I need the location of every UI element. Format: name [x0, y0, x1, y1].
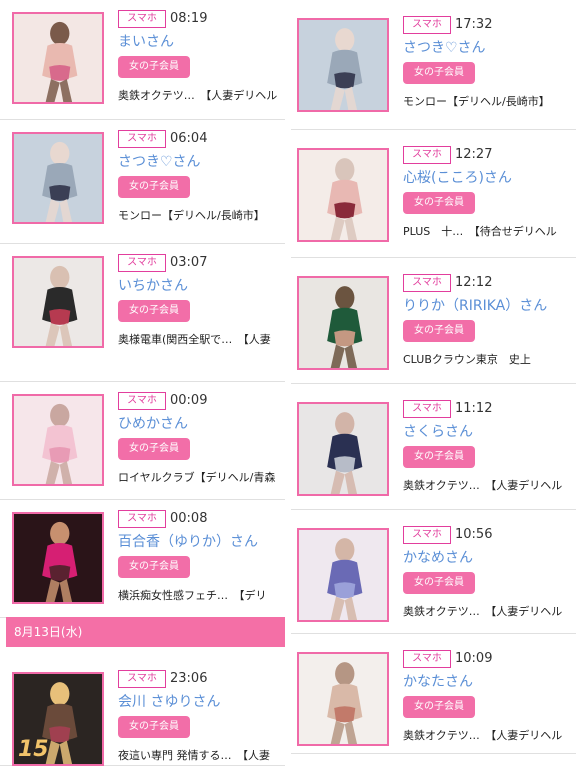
girl-name-link[interactable]: まいさん — [118, 32, 174, 52]
profile-thumbnail[interactable] — [12, 132, 104, 224]
list-item[interactable]: スマホ 08:19 まいさん女の子会員奥鉄オクテツ… 【人妻デリヘル — [0, 0, 285, 120]
girl-name-link[interactable]: 心桜(こころ)さん — [403, 168, 512, 188]
anniversary-badge-text: 15 — [18, 737, 49, 762]
profile-thumbnail[interactable] — [297, 402, 389, 496]
profile-thumbnail[interactable] — [297, 528, 389, 622]
right-column: スマホ 17:32 さつき♡さん 女の子会員 モンロー【デリヘル/長崎市】 スマホ 12:… — [291, 0, 576, 754]
member-badge[interactable]: 女の子会員 — [403, 192, 475, 214]
smartphone-badge: スマホ — [118, 392, 166, 410]
list-item[interactable]: スマホ 06:04 さつき♡さん 女の子会員モンロー【デリヘル/長崎市】 — [0, 120, 285, 244]
profile-thumbnail[interactable] — [297, 276, 389, 370]
shop-name[interactable]: モンロー【デリヘル/長崎市】 — [118, 208, 283, 224]
girl-name-link[interactable]: さつき♡さん — [118, 152, 201, 172]
post-time: 06:04 — [170, 131, 208, 146]
girl-name-link[interactable]: りりか（RIRIKA）さん — [403, 296, 547, 316]
smartphone-badge: スマホ — [118, 254, 166, 272]
girl-name-link[interactable]: かなめさん — [403, 548, 473, 568]
shop-name[interactable]: 奥様電車(関西全駅で… 【人妻 — [118, 332, 283, 348]
date-divider: 8月13日(水) — [6, 617, 285, 647]
shop-name[interactable]: 夜這い専門 発情する… 【人妻 — [118, 748, 283, 764]
post-time: 00:09 — [170, 393, 208, 408]
member-badge[interactable]: 女の子会員 — [118, 716, 190, 738]
girl-name-link[interactable]: いちかさん — [118, 276, 188, 296]
profile-thumbnail[interactable] — [12, 12, 104, 104]
left-column: スマホ 08:19 まいさん 女の子会員 奥鉄オクテツ… 【人妻デリヘル スマホ 06:0… — [0, 0, 285, 766]
shop-name[interactable]: 奥鉄オクテツ… 【人妻デリヘル — [403, 728, 574, 744]
smartphone-badge: スマホ — [403, 274, 451, 292]
list-item[interactable]: スマホ 10:09 かなたさん女の子会員奥鉄オクテツ… 【人妻デリヘル — [291, 634, 576, 754]
member-badge[interactable]: 女の子会員 — [403, 446, 475, 468]
list-item[interactable]: スマホ 12:27 心桜(こころ)さん 女の子会員 PLUS 十… 【待合せデリヘル — [291, 130, 576, 258]
girl-name-link[interactable]: かなたさん — [403, 672, 473, 692]
smartphone-badge: スマホ — [403, 400, 451, 418]
smartphone-badge: スマホ — [118, 10, 166, 28]
post-time: 11:12 — [455, 401, 493, 416]
shop-name[interactable]: 奥鉄オクテツ… 【人妻デリヘル — [403, 478, 574, 494]
post-time: 23:06 — [170, 671, 208, 686]
profile-thumbnail[interactable] — [297, 148, 389, 242]
member-badge[interactable]: 女の子会員 — [118, 556, 190, 578]
smartphone-badge: スマホ — [403, 16, 451, 34]
post-time: 12:27 — [455, 147, 493, 162]
list-item[interactable]: 15 スマホ 23:06 会川 さゆりさん 女の子会員夜這い専門 発情する… 【人妻 — [0, 658, 285, 766]
post-time: 10:09 — [455, 651, 493, 666]
member-badge[interactable]: 女の子会員 — [403, 696, 475, 718]
list-item[interactable]: スマホ 10:56 かなめさん女の子会員奥鉄オクテツ… 【人妻デリヘル — [291, 510, 576, 634]
shop-name[interactable]: PLUS 十… 【待合せデリヘル — [403, 224, 574, 240]
member-badge[interactable]: 女の子会員 — [403, 572, 475, 594]
post-time: 03:07 — [170, 255, 208, 270]
girl-name-link[interactable]: さくらさん — [403, 422, 473, 442]
girl-name-link[interactable]: 百合香（ゆりか）さん — [118, 532, 258, 552]
post-time: 17:32 — [455, 17, 493, 32]
list-item[interactable]: スマホ 11:12 さくらさん女の子会員奥鉄オクテツ… 【人妻デリヘル — [291, 384, 576, 510]
member-badge[interactable]: 女の子会員 — [403, 320, 475, 342]
post-time: 12:12 — [455, 275, 493, 290]
shop-name[interactable]: モンロー【デリヘル/長崎市】 — [403, 94, 574, 110]
shop-name[interactable]: 奥鉄オクテツ… 【人妻デリヘル — [118, 88, 283, 104]
smartphone-badge: スマホ — [118, 510, 166, 528]
member-badge[interactable]: 女の子会員 — [118, 300, 190, 322]
smartphone-badge: スマホ — [118, 130, 166, 148]
girl-name-link[interactable]: ひめかさん — [118, 414, 188, 434]
member-badge[interactable]: 女の子会員 — [403, 62, 475, 84]
shop-name[interactable]: ロイヤルクラブ【デリヘル/青森 — [118, 470, 283, 486]
smartphone-badge: スマホ — [403, 146, 451, 164]
list-item[interactable]: スマホ 17:32 さつき♡さん 女の子会員モンロー【デリヘル/長崎市】 — [291, 0, 576, 130]
smartphone-badge: スマホ — [118, 670, 166, 688]
girl-name-link[interactable]: 会川 さゆりさん — [118, 692, 220, 712]
list-item[interactable]: スマホ 00:08 百合香（ゆりか）さん 女の子会員横浜痴女性感フェチ… 【デリ — [0, 500, 285, 618]
post-time: 10:56 — [455, 527, 493, 542]
list-item[interactable]: スマホ 03:07 いちかさん女の子会員奥様電車(関西全駅で… 【人妻 — [0, 244, 285, 382]
profile-thumbnail[interactable]: 15 — [12, 672, 104, 766]
member-badge[interactable]: 女の子会員 — [118, 56, 190, 78]
list-item[interactable]: スマホ 12:12 りりか（RIRIKA）さん 女の子会員 CLUBクラウン東京 史上 — [291, 258, 576, 384]
profile-thumbnail[interactable] — [297, 652, 389, 746]
post-time: 00:08 — [170, 511, 208, 526]
shop-name[interactable]: 奥鉄オクテツ… 【人妻デリヘル — [403, 604, 574, 620]
girl-name-link[interactable]: さつき♡さん — [403, 38, 486, 58]
profile-thumbnail[interactable] — [12, 256, 104, 348]
shop-name[interactable]: CLUBクラウン東京 史上 — [403, 352, 574, 368]
shop-name[interactable]: 横浜痴女性感フェチ… 【デリ — [118, 588, 283, 604]
member-badge[interactable]: 女の子会員 — [118, 438, 190, 460]
smartphone-badge: スマホ — [403, 526, 451, 544]
post-time: 08:19 — [170, 11, 208, 26]
profile-thumbnail[interactable] — [12, 394, 104, 486]
member-badge[interactable]: 女の子会員 — [118, 176, 190, 198]
list-item[interactable]: スマホ 00:09 ひめかさん女の子会員ロイヤルクラブ【デリヘル/青森 — [0, 382, 285, 500]
profile-thumbnail[interactable] — [12, 512, 104, 604]
smartphone-badge: スマホ — [403, 650, 451, 668]
profile-thumbnail[interactable] — [297, 18, 389, 112]
